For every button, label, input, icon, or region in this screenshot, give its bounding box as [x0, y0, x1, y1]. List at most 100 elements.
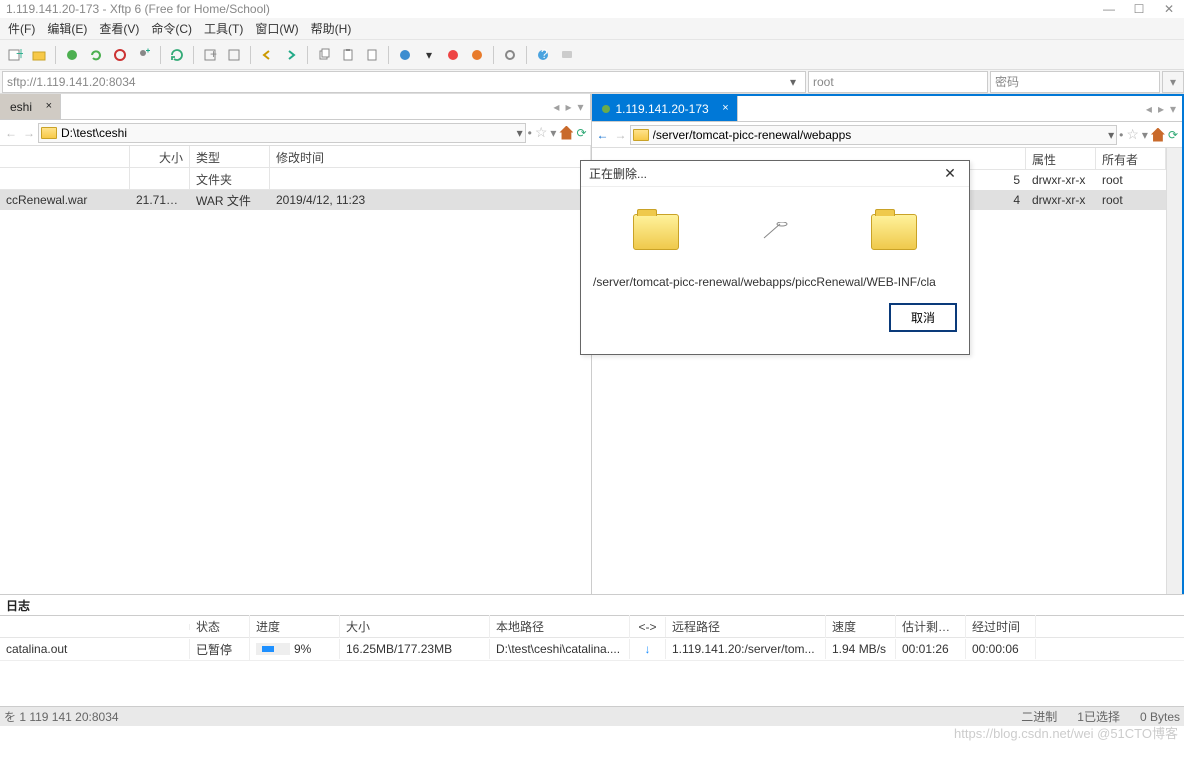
cancel-button[interactable]: 取消 — [889, 303, 957, 332]
menu-view[interactable]: 查看(V) — [93, 17, 145, 40]
list-item[interactable]: ccRenewal.war 21.71MB WAR 文件 2019/4/12, … — [0, 190, 591, 210]
col-attr[interactable]: 属性 — [1026, 148, 1096, 169]
th-dir[interactable]: <-> — [630, 617, 666, 637]
tab-next-icon[interactable]: ▸ — [565, 100, 571, 114]
tab-menu-icon[interactable]: ▾ — [1170, 102, 1176, 116]
maximize-button[interactable]: ☐ — [1124, 0, 1154, 18]
status-left: を 1 119 141 20:8034 — [4, 708, 1021, 725]
address-user[interactable]: root — [808, 71, 988, 93]
nav-back-icon[interactable]: ← — [594, 126, 612, 144]
col-name[interactable] — [0, 146, 130, 167]
dialog-title: 正在删除... — [589, 165, 939, 182]
globe-icon[interactable] — [394, 44, 416, 66]
th-size[interactable]: 大小 — [340, 615, 490, 638]
stop-red-icon[interactable] — [442, 44, 464, 66]
new-session-icon[interactable]: ＋ — [4, 44, 26, 66]
address-url[interactable]: sftp://1.119.141.20:8034 ▾ — [2, 71, 806, 93]
th-eta[interactable]: 估计剩余... — [896, 615, 966, 638]
tab-prev-icon[interactable]: ◂ — [553, 100, 559, 114]
col-type[interactable]: 类型 — [190, 146, 270, 167]
home-icon[interactable] — [559, 126, 573, 140]
local-list-header: 大小 类型 修改时间 — [0, 146, 591, 168]
col-mtime[interactable]: 修改时间 — [270, 146, 591, 167]
home-icon[interactable] — [1151, 128, 1165, 142]
copy-icon[interactable] — [313, 44, 335, 66]
nav-back-icon[interactable]: ← — [2, 124, 20, 142]
window-title: 1.119.141.20-173 - Xftp 6 (Free for Home… — [6, 2, 1178, 16]
disconnect-icon[interactable] — [109, 44, 131, 66]
add-user-icon[interactable] — [133, 44, 155, 66]
refresh-icon[interactable] — [166, 44, 188, 66]
close-button[interactable]: ✕ — [1154, 0, 1184, 18]
refresh-small-icon[interactable]: ⟳ — [576, 126, 586, 140]
menu-tools[interactable]: 工具(T) — [198, 17, 249, 40]
nav-fwd-icon[interactable]: → — [20, 124, 38, 142]
connect-green-icon[interactable] — [61, 44, 83, 66]
open-icon[interactable] — [28, 44, 50, 66]
status-binary: 二进制 — [1021, 708, 1057, 725]
toolbar: ＋ + ▾ ? — [0, 40, 1184, 70]
tab-menu-icon[interactable]: ▾ — [577, 100, 583, 114]
chevron-down-icon[interactable]: ▾ — [1108, 128, 1114, 142]
col-size[interactable]: 大小 — [130, 146, 190, 167]
local-path-input[interactable]: ▾ — [38, 123, 526, 143]
new-window-icon[interactable]: + — [199, 44, 221, 66]
th-remote[interactable]: 远程路径 — [666, 615, 826, 638]
local-tab[interactable]: eshi × — [0, 94, 61, 119]
address-password[interactable]: 密码 — [990, 71, 1160, 93]
status-bar: を 1 119 141 20:8034 二进制 1已选择 0 Bytes — [0, 706, 1184, 726]
address-dropdown-icon[interactable]: ▾ — [1162, 71, 1184, 93]
menu-file[interactable]: 件(F) — [2, 17, 41, 40]
log-panel-header[interactable]: 日志 — [0, 594, 1184, 616]
gear-icon[interactable] — [499, 44, 521, 66]
th-speed[interactable]: 速度 — [826, 615, 896, 638]
paste-icon[interactable] — [337, 44, 359, 66]
remote-tab[interactable]: 1.119.141.20-173 × — [592, 96, 738, 121]
reconnect-icon[interactable] — [85, 44, 107, 66]
local-list-body[interactable]: ccRenewal.war 21.71MB WAR 文件 2019/4/12, … — [0, 190, 591, 594]
folder-icon — [41, 127, 57, 139]
star-icon[interactable]: ☆ — [535, 124, 548, 141]
tab-prev-icon[interactable]: ◂ — [1146, 102, 1152, 116]
connected-dot-icon — [602, 105, 610, 113]
th-status[interactable]: 状态 — [190, 615, 250, 638]
scrollbar[interactable] — [1166, 148, 1182, 594]
close-icon[interactable]: × — [46, 100, 52, 112]
tab-next-icon[interactable]: ▸ — [1158, 102, 1164, 116]
th-name[interactable] — [0, 624, 190, 630]
menu-edit[interactable]: 编辑(E) — [41, 17, 93, 40]
minimize-button[interactable]: — — [1094, 0, 1124, 18]
props-icon[interactable] — [223, 44, 245, 66]
th-local[interactable]: 本地路径 — [490, 615, 630, 638]
clipboard-icon[interactable] — [361, 44, 383, 66]
remote-path-input[interactable]: ▾ — [630, 125, 1118, 145]
close-icon[interactable]: ✕ — [939, 163, 961, 185]
th-elapsed[interactable]: 经过时间 — [966, 615, 1036, 638]
nav-fwd-icon[interactable]: → — [612, 126, 630, 144]
chat-icon[interactable] — [556, 44, 578, 66]
menu-help[interactable]: 帮助(H) — [305, 17, 358, 40]
svg-text:?: ? — [541, 48, 548, 61]
chevron-down-icon[interactable]: ▾ — [517, 126, 523, 140]
chevron-down-icon[interactable]: ▾ — [785, 75, 801, 89]
transfer-row[interactable]: catalina.out 已暂停 9% 16.25MB/177.23MB D:\… — [0, 638, 1184, 660]
remote-tab-label: 1.119.141.20-173 — [616, 102, 709, 116]
close-icon[interactable]: × — [722, 102, 728, 114]
col-owner[interactable]: 所有者 — [1096, 148, 1166, 169]
refresh-small-icon[interactable]: ⟳ — [1168, 128, 1178, 142]
th-progress[interactable]: 进度 — [250, 615, 340, 638]
menu-window[interactable]: 窗口(W) — [249, 17, 304, 40]
folder-icon — [871, 214, 917, 250]
back-arrow-icon[interactable] — [256, 44, 278, 66]
address-user-text: root — [813, 75, 834, 89]
orange-icon[interactable] — [466, 44, 488, 66]
folder-icon — [633, 214, 679, 250]
local-tab-label: eshi — [10, 100, 32, 114]
svg-text:＋: ＋ — [15, 47, 23, 61]
help-icon[interactable]: ? — [532, 44, 554, 66]
star-icon[interactable]: ☆ — [1126, 126, 1139, 143]
menu-command[interactable]: 命令(C) — [145, 17, 198, 40]
fwd-arrow-icon[interactable] — [280, 44, 302, 66]
globe-dropdown-icon[interactable]: ▾ — [418, 44, 440, 66]
remote-path-bar: ← → ▾ • ☆ ▾ ⟳ — [592, 122, 1183, 148]
